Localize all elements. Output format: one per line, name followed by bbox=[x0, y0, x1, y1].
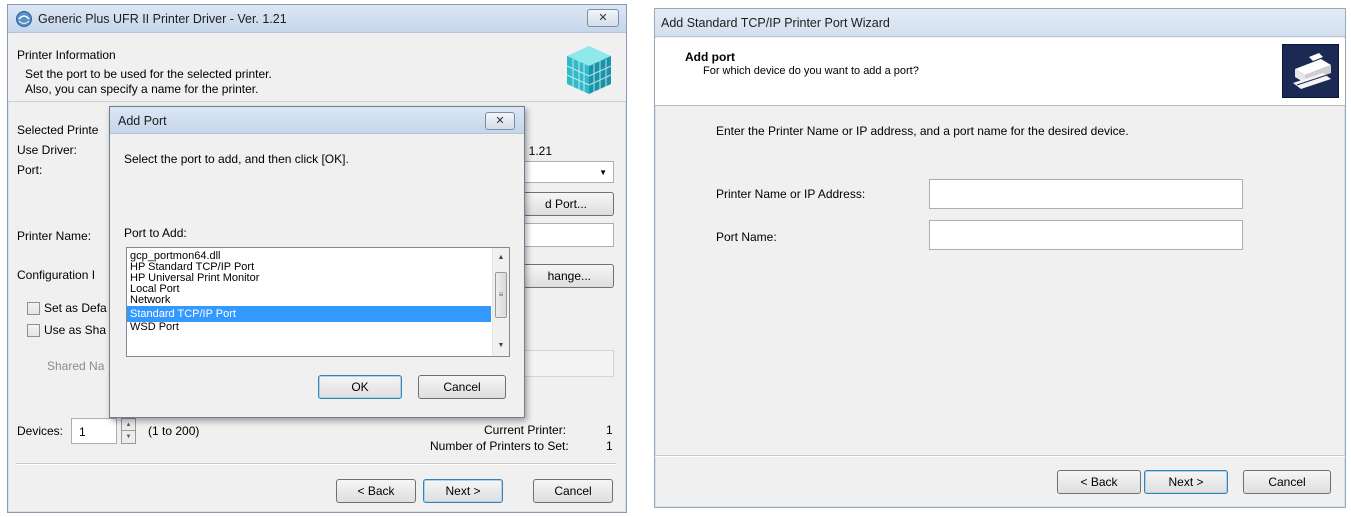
wizard-window-title: Add Standard TCP/IP Printer Port Wizard bbox=[661, 16, 890, 30]
list-item-selected[interactable]: Standard TCP/IP Port bbox=[127, 306, 491, 322]
printer-name-ip-input[interactable] bbox=[929, 179, 1243, 209]
driver-titlebar: Generic Plus UFR II Printer Driver - Ver… bbox=[8, 5, 626, 33]
port-name-label: Port Name: bbox=[716, 230, 777, 244]
driver-header: Printer Information Set the port to be u… bbox=[8, 34, 626, 102]
wizard-cancel-label: Cancel bbox=[1268, 475, 1306, 489]
wizard-footer-separator bbox=[655, 455, 1345, 457]
port-list[interactable]: gcp_portmon64.dll HP Standard TCP/IP Por… bbox=[126, 247, 510, 357]
add-port-close-button[interactable]: ✕ bbox=[485, 112, 515, 130]
wizard-header-title: Add port bbox=[685, 50, 735, 64]
wizard-header: Add port For which device do you want to… bbox=[655, 38, 1345, 106]
wizard-back-label: < Back bbox=[1080, 475, 1118, 489]
devices-value: 1 bbox=[79, 425, 86, 439]
port-list-items: gcp_portmon64.dll HP Standard TCP/IP Por… bbox=[127, 251, 491, 333]
tcpip-wizard-window: Add Standard TCP/IP Printer Port Wizard … bbox=[654, 8, 1346, 508]
change-button-label: hange... bbox=[547, 269, 591, 283]
current-printer-label: Current Printer: bbox=[484, 423, 567, 437]
wizard-instruction: Enter the Printer Name or IP address, an… bbox=[716, 124, 1129, 138]
add-port-ok-button[interactable]: OK bbox=[318, 375, 402, 399]
wizard-header-subtitle: For which device do you want to add a po… bbox=[703, 65, 919, 77]
set-default-label: Set as Defa bbox=[44, 301, 107, 315]
use-driver-value: . 1.21 bbox=[522, 144, 553, 158]
list-item[interactable]: Local Port bbox=[127, 284, 491, 295]
driver-header-line1: Set the port to be used for the selected… bbox=[25, 67, 272, 81]
add-port-instruction: Select the port to add, and then click [… bbox=[124, 152, 349, 166]
wizard-back-button[interactable]: < Back bbox=[1057, 470, 1141, 494]
configuration-label: Configuration I bbox=[17, 268, 96, 282]
list-item[interactable]: Network bbox=[127, 295, 491, 306]
driver-header-title: Printer Information bbox=[17, 48, 116, 62]
printer-name-ip-label: Printer Name or IP Address: bbox=[716, 187, 866, 201]
wizard-cancel-button[interactable]: Cancel bbox=[1243, 470, 1331, 494]
add-port-cancel-button[interactable]: Cancel bbox=[418, 375, 506, 399]
scroll-down-icon[interactable]: ▼ bbox=[493, 338, 509, 354]
set-default-checkbox[interactable] bbox=[27, 302, 40, 315]
scroll-up-icon[interactable]: ▲ bbox=[493, 250, 509, 266]
driver-cancel-label: Cancel bbox=[554, 484, 592, 498]
use-driver-label: Use Driver: bbox=[17, 143, 78, 157]
number-to-set-value: 1 bbox=[606, 439, 613, 453]
driver-cancel-button[interactable]: Cancel bbox=[533, 479, 613, 503]
add-port-ok-label: OK bbox=[351, 380, 369, 394]
wizard-titlebar: Add Standard TCP/IP Printer Port Wizard bbox=[655, 9, 1345, 37]
close-icon: ✕ bbox=[495, 115, 505, 127]
close-icon: ✕ bbox=[598, 12, 608, 24]
port-list-scrollbar[interactable]: ▲ ≡ ▼ bbox=[492, 248, 509, 356]
dropdown-arrow-icon: ▼ bbox=[599, 168, 607, 177]
printer-wizard-icon bbox=[1282, 44, 1339, 98]
driver-close-button[interactable]: ✕ bbox=[587, 9, 619, 27]
port-label: Port: bbox=[17, 163, 43, 177]
devices-input[interactable]: 1 bbox=[71, 418, 117, 444]
driver-window-title: Generic Plus UFR II Printer Driver - Ver… bbox=[38, 12, 287, 26]
wizard-next-label: Next > bbox=[1168, 475, 1204, 489]
use-shared-checkbox[interactable] bbox=[27, 324, 40, 337]
list-item[interactable]: HP Universal Print Monitor bbox=[127, 273, 491, 284]
devices-range: (1 to 200) bbox=[148, 424, 200, 438]
driver-back-label: < Back bbox=[357, 484, 395, 498]
use-shared-label: Use as Sha bbox=[44, 323, 107, 337]
driver-back-button[interactable]: < Back bbox=[336, 479, 416, 503]
add-port-titlebar: Add Port ✕ bbox=[110, 107, 524, 134]
driver-header-line2: Also, you can specify a name for the pri… bbox=[25, 82, 259, 96]
cube-icon bbox=[561, 42, 617, 98]
printer-name-label: Printer Name: bbox=[17, 229, 92, 243]
add-port-dialog: Add Port ✕ Select the port to add, and t… bbox=[109, 106, 525, 418]
wizard-next-button[interactable]: Next > bbox=[1144, 470, 1228, 494]
add-port-title: Add Port bbox=[118, 114, 167, 128]
current-printer-value: 1 bbox=[606, 423, 613, 437]
driver-next-label: Next > bbox=[445, 484, 481, 498]
port-name-input[interactable] bbox=[929, 220, 1243, 250]
devices-label: Devices: bbox=[17, 424, 64, 438]
printer-driver-icon bbox=[15, 10, 33, 28]
scroll-thumb[interactable]: ≡ bbox=[495, 272, 507, 318]
port-to-add-label: Port to Add: bbox=[124, 226, 187, 240]
spinner-icon[interactable]: ▲ ▼ bbox=[121, 418, 136, 444]
selected-printer-label: Selected Printe bbox=[17, 123, 99, 137]
driver-footer-separator bbox=[16, 463, 616, 465]
list-item[interactable]: WSD Port bbox=[127, 322, 491, 333]
number-to-set-label: Number of Printers to Set: bbox=[430, 439, 569, 453]
driver-next-button[interactable]: Next > bbox=[423, 479, 503, 503]
add-port-cancel-label: Cancel bbox=[443, 380, 481, 394]
shared-name-label: Shared Na bbox=[47, 359, 105, 373]
add-port-button-label: d Port... bbox=[544, 197, 587, 211]
